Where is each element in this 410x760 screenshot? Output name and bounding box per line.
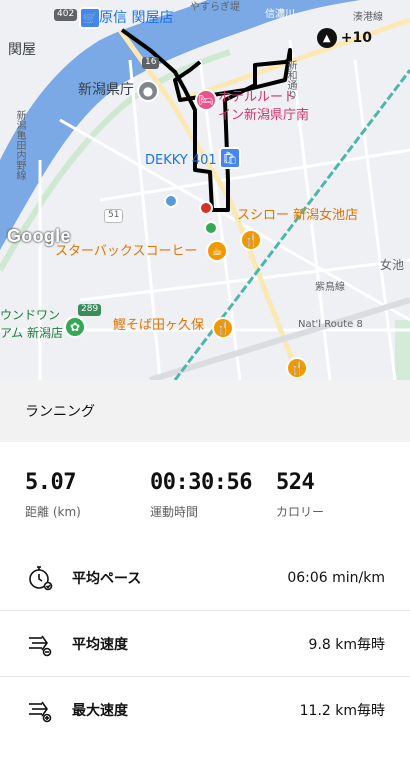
metric-row-average-pace: 平均ペース 06:06 min/km [0, 545, 410, 611]
stat-duration: 00:30:56 運動時間 [150, 470, 252, 520]
map-label-minato: 湊港線 [353, 12, 383, 23]
stat-distance: 5.07 距離 (km) [25, 470, 81, 520]
route-shield-51: 51 [104, 209, 124, 223]
shopping-icon[interactable]: 🛒 [79, 7, 101, 29]
park-icon[interactable]: ✿ [64, 316, 86, 338]
metric-row-average-speed: 平均速度 9.8 km毎時 [0, 611, 410, 677]
average-speed-value: 9.8 km毎時 [308, 636, 385, 653]
speed-average-icon [25, 629, 55, 659]
distance-label: 距離 (km) [25, 505, 81, 519]
duration-value: 00:30:56 [150, 470, 252, 495]
average-speed-label: 平均速度 [72, 636, 128, 653]
stat-calories: 524 カロリー [276, 470, 324, 520]
map-label-dekky: DEKKY 401 [145, 153, 217, 168]
activity-type-bar: ランニング [0, 380, 410, 442]
activity-title: ランニング [25, 404, 95, 420]
map-label-natl-route-8: Nat'l Route 8 [298, 319, 363, 330]
reward-badge[interactable]: ▲ +10 [316, 28, 372, 48]
route-shield-402: 402 [54, 9, 78, 21]
map-label-hara-shin: 原信 関屋店 [99, 10, 174, 26]
calories-value: 524 [276, 470, 315, 495]
metric-row-max-speed: 最大速度 11.2 km毎時 [0, 677, 410, 743]
route-shield-16: 16 [142, 57, 160, 69]
map-label-shinkawa: 新和通り [285, 60, 296, 100]
average-pace-value: 06:06 min/km [287, 569, 385, 586]
shopping-bag-icon[interactable]: 🛍 [219, 147, 241, 169]
restaurant-icon[interactable]: 🍴 [240, 229, 262, 251]
max-speed-value: 11.2 km毎時 [299, 703, 385, 719]
google-logo: Google [7, 226, 71, 246]
reward-badge-text: +10 [340, 30, 372, 46]
route-shield-289: 289 [78, 304, 102, 316]
map-label-shiba: 紫鳥線 [315, 282, 345, 293]
metrics-list: 平均ペース 06:06 min/km 平均速度 9.8 km毎時 最大速度 11… [0, 545, 410, 743]
route-start-marker[interactable] [204, 221, 218, 235]
hotel-icon[interactable]: 🛏 [195, 89, 217, 111]
calories-label: カロリー [276, 505, 325, 519]
current-location-dot [164, 194, 178, 208]
cafe-icon[interactable]: ☕ [206, 240, 228, 262]
map-label-hotel-2: イン新潟県庁南 [218, 108, 310, 123]
average-pace-label: 平均ペース [72, 570, 142, 587]
stopwatch-icon [25, 563, 55, 593]
map-label-kameda: 新潟亀田内野線 [14, 110, 25, 180]
route-map[interactable]: ▲ +10 402 16 51 289 🛒 ● 🛏 🛍 🍴 ☕ 🍴 🍴 ✿ 原信… [0, 0, 410, 380]
summary-stats: 5.07 距離 (km) 00:30:56 運動時間 524 カロリー [0, 470, 410, 530]
duration-label: 運動時間 [150, 505, 199, 519]
map-label-sekiya: 関屋 [8, 42, 36, 58]
max-speed-label: 最大速度 [72, 703, 128, 719]
map-label-shinano: 信濃川 [265, 9, 295, 20]
route-end-marker[interactable] [199, 201, 213, 215]
map-label-onnaike: 女池 [380, 258, 405, 272]
map-label-sushiro: スシロー 新潟女池店 [237, 208, 359, 223]
speed-max-icon [25, 695, 55, 725]
restaurant-icon[interactable]: 🍴 [212, 317, 234, 339]
map-label-niigata-pref: 新潟県庁 [78, 82, 134, 98]
distance-value: 5.07 [25, 470, 76, 495]
restaurant-icon[interactable]: 🍴 [286, 357, 308, 379]
adidas-icon: ▲ [316, 28, 337, 48]
map-label-katsuo: 鰹そば田ヶ久保 [113, 318, 205, 333]
government-icon[interactable]: ● [137, 80, 159, 102]
map-label-starbucks: スターバックスコーヒー [55, 244, 198, 259]
map-label-wunwun: ウンドワン [0, 308, 61, 322]
map-label-wunwun-2: アム 新潟店 [0, 326, 63, 340]
map-label-yasuragi: やすらぎ堤 [190, 2, 240, 13]
